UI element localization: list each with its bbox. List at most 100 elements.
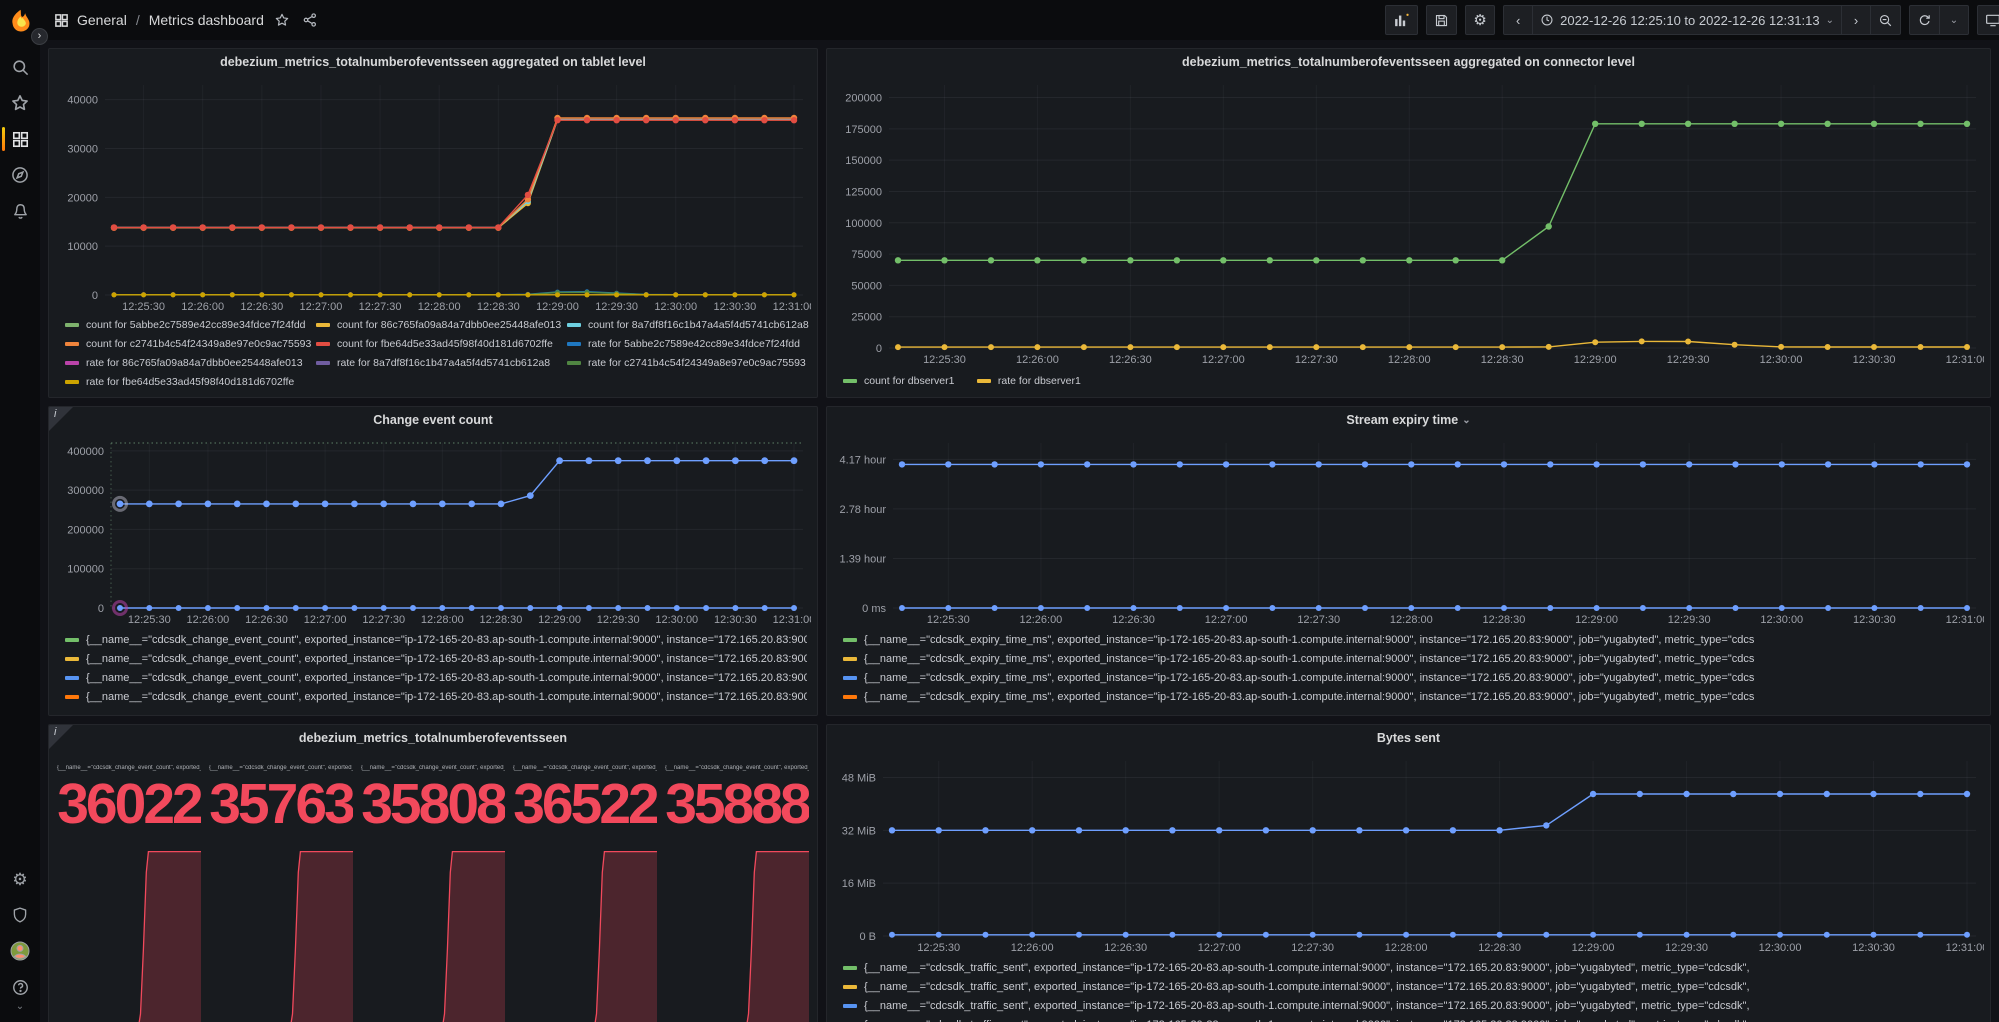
svg-text:12:29:30: 12:29:30 <box>1667 354 1710 366</box>
legend-item[interactable]: count for dbserver1 <box>843 375 954 387</box>
connector-legend: count for dbserver1 rate for dbserver1 <box>827 368 1990 397</box>
dashboards-grid-icon[interactable] <box>54 13 69 28</box>
zoom-out-button[interactable] <box>1870 5 1901 35</box>
chevron-down-icon: ⌄ <box>1826 15 1834 26</box>
connector-chart[interactable]: 2000001750001500001250001000007500050000… <box>831 75 1984 368</box>
legend-item[interactable]: {__name__="cdcsdk_traffic_sent", exporte… <box>843 1016 1980 1022</box>
legend-marker <box>843 1004 857 1008</box>
svg-text:0: 0 <box>98 603 104 615</box>
legend-item[interactable]: count for 5abbe2c7589e42cc89e34fdce7f24f… <box>65 318 312 332</box>
legend-item[interactable]: count for fbe64d5e33ad45f98f40d181d6702f… <box>316 337 563 351</box>
svg-text:48 MiB: 48 MiB <box>842 773 876 785</box>
stream-expiry-legend: {__name__="cdcsdk_expiry_time_ms", expor… <box>827 628 1990 715</box>
svg-text:12:31:00: 12:31:00 <box>1946 614 1984 626</box>
stat-tile[interactable]: {__name__="cdcsdk_change_event_count", e… <box>361 753 505 1022</box>
panel-title-change-event[interactable]: Change event count <box>49 407 817 433</box>
stat-tile[interactable]: {__name__="cdcsdk_change_event_count", e… <box>209 753 353 1022</box>
legend-item[interactable]: rate for c2741b4c54f24349a8e97e0c9ac7559… <box>567 356 814 370</box>
panel-title-connector[interactable]: debezium_metrics_totalnumberofeventsseen… <box>827 49 1990 75</box>
legend-item[interactable]: {__name__="cdcsdk_change_event_count", e… <box>65 688 807 707</box>
legend-item[interactable]: rate for dbserver1 <box>977 375 1081 387</box>
svg-text:12:27:30: 12:27:30 <box>1291 942 1334 954</box>
legend-item[interactable]: {__name__="cdcsdk_expiry_time_ms", expor… <box>843 631 1980 650</box>
svg-text:12:30:30: 12:30:30 <box>714 614 757 626</box>
legend-item[interactable]: {__name__="cdcsdk_expiry_time_ms", expor… <box>843 650 1980 669</box>
legend-item[interactable]: {__name__="cdcsdk_change_event_count", e… <box>65 650 807 669</box>
panel-title-stream-expiry[interactable]: Stream expiry time ⌄ <box>827 407 1990 433</box>
bytes-sent-chart[interactable]: 48 MiB32 MiB16 MiB0 B12:25:3012:26:0012:… <box>831 751 1984 956</box>
panel-info-corner-icon[interactable]: i <box>49 725 73 749</box>
panel-title-bytes-sent[interactable]: Bytes sent <box>827 725 1990 751</box>
change-event-chart[interactable]: 400000300000200000100000012:25:3012:26:0… <box>53 433 811 628</box>
svg-text:50000: 50000 <box>851 280 882 292</box>
dashboard-grid: debezium_metrics_totalnumberofeventsseen… <box>40 40 1999 1022</box>
panel-menu-chevron-icon[interactable]: ⌄ <box>1462 415 1470 426</box>
legend-item[interactable]: count for c2741b4c54f24349a8e97e0c9ac755… <box>65 337 312 351</box>
stream-expiry-chart[interactable]: 4.17 hour2.78 hour1.39 hour0 ms12:25:301… <box>831 433 1984 628</box>
panel-info-corner-icon[interactable]: i <box>49 407 73 431</box>
svg-text:12:29:30: 12:29:30 <box>1668 614 1711 626</box>
configuration-gear-icon[interactable]: ⚙ <box>0 861 40 897</box>
svg-text:12:31:00: 12:31:00 <box>1946 354 1984 366</box>
cycle-view-mode-button[interactable] <box>1977 5 1999 35</box>
svg-text:0 ms: 0 ms <box>862 603 886 615</box>
svg-text:12:29:00: 12:29:00 <box>1575 614 1618 626</box>
user-avatar[interactable] <box>0 933 40 969</box>
sidebar-expand-button[interactable]: › <box>31 28 48 45</box>
svg-text:12:26:30: 12:26:30 <box>1112 614 1155 626</box>
stat-sparkline <box>361 835 505 1022</box>
panel-title-stat[interactable]: debezium_metrics_totalnumberofeventsseen <box>49 725 817 751</box>
panel-title-tablet[interactable]: debezium_metrics_totalnumberofeventsseen… <box>49 49 817 75</box>
breadcrumb-dashboard-title[interactable]: Metrics dashboard <box>149 12 264 28</box>
stat-tiles: {__name__="cdcsdk_change_event_count", e… <box>49 751 817 1022</box>
legend-item[interactable]: {__name__="cdcsdk_traffic_sent", exporte… <box>843 978 1980 997</box>
legend-item[interactable]: {__name__="cdcsdk_traffic_sent", exporte… <box>843 997 1980 1016</box>
time-range-forward-button[interactable]: › <box>1841 5 1871 35</box>
star-dashboard-icon[interactable] <box>272 12 292 28</box>
svg-text:12:29:00: 12:29:00 <box>1572 942 1615 954</box>
stat-tile[interactable]: {__name__="cdcsdk_change_event_count", e… <box>665 753 809 1022</box>
svg-text:400000: 400000 <box>67 446 104 458</box>
alerting-bell-icon[interactable] <box>0 193 40 229</box>
breadcrumb-folder[interactable]: General <box>77 12 127 28</box>
svg-text:10000: 10000 <box>67 241 98 253</box>
legend-item[interactable]: {__name__="cdcsdk_change_event_count", e… <box>65 631 807 650</box>
legend-item[interactable]: {__name__="cdcsdk_traffic_sent", exporte… <box>843 959 1980 978</box>
legend-marker <box>65 638 79 642</box>
svg-text:12:30:30: 12:30:30 <box>713 301 756 313</box>
dashboards-icon[interactable] <box>0 121 40 157</box>
legend-item[interactable]: {__name__="cdcsdk_change_event_count", e… <box>65 669 807 688</box>
stat-tile[interactable]: {__name__="cdcsdk_change_event_count", e… <box>57 753 201 1022</box>
server-admin-shield-icon[interactable] <box>0 897 40 933</box>
legend-item[interactable]: rate for 86c765fa09a84a7dbb0ee25448afe01… <box>65 356 312 370</box>
grafana-logo-icon[interactable] <box>7 8 34 35</box>
starred-dashboards-icon[interactable] <box>0 85 40 121</box>
time-range-back-button[interactable]: ‹ <box>1503 5 1533 35</box>
tablet-chart[interactable]: 40000300002000010000012:25:3012:26:0012:… <box>53 75 811 315</box>
save-dashboard-button[interactable] <box>1426 5 1457 35</box>
legend-item[interactable]: rate for fbe64d5e33ad45f98f40d181d6702ff… <box>65 375 312 389</box>
time-range-picker-button[interactable]: 2022-12-26 12:25:10 to 2022-12-26 12:31:… <box>1532 5 1842 35</box>
add-panel-button[interactable] <box>1385 5 1418 35</box>
share-dashboard-icon[interactable] <box>300 12 320 28</box>
legend-item[interactable]: count for 8a7df8f16c1b47a4a5f4d5741cb612… <box>567 318 814 332</box>
dashboard-settings-button[interactable]: ⚙ <box>1465 5 1495 35</box>
svg-text:12:28:30: 12:28:30 <box>480 614 523 626</box>
svg-text:12:28:30: 12:28:30 <box>1478 942 1521 954</box>
legend-item[interactable]: count for 86c765fa09a84a7dbb0ee25448afe0… <box>316 318 563 332</box>
refresh-interval-dropdown[interactable]: ⌄ <box>1939 5 1969 35</box>
explore-compass-icon[interactable] <box>0 157 40 193</box>
stat-tile[interactable]: {__name__="cdcsdk_change_event_count", e… <box>513 753 657 1022</box>
legend-item[interactable]: rate for 8a7df8f16c1b47a4a5f4d5741cb612a… <box>316 356 563 370</box>
legend-marker <box>316 361 330 365</box>
svg-text:12:30:00: 12:30:00 <box>1760 614 1803 626</box>
refresh-button[interactable] <box>1909 5 1940 35</box>
svg-text:12:29:00: 12:29:00 <box>538 614 581 626</box>
legend-item[interactable]: {__name__="cdcsdk_expiry_time_ms", expor… <box>843 688 1980 707</box>
svg-text:175000: 175000 <box>845 124 882 136</box>
help-question-icon[interactable] <box>0 969 40 1005</box>
svg-text:12:27:00: 12:27:00 <box>1202 354 1245 366</box>
search-icon[interactable] <box>0 49 40 85</box>
legend-item[interactable]: {__name__="cdcsdk_expiry_time_ms", expor… <box>843 669 1980 688</box>
legend-item[interactable]: rate for 5abbe2c7589e42cc89e34fdce7f24fd… <box>567 337 814 351</box>
